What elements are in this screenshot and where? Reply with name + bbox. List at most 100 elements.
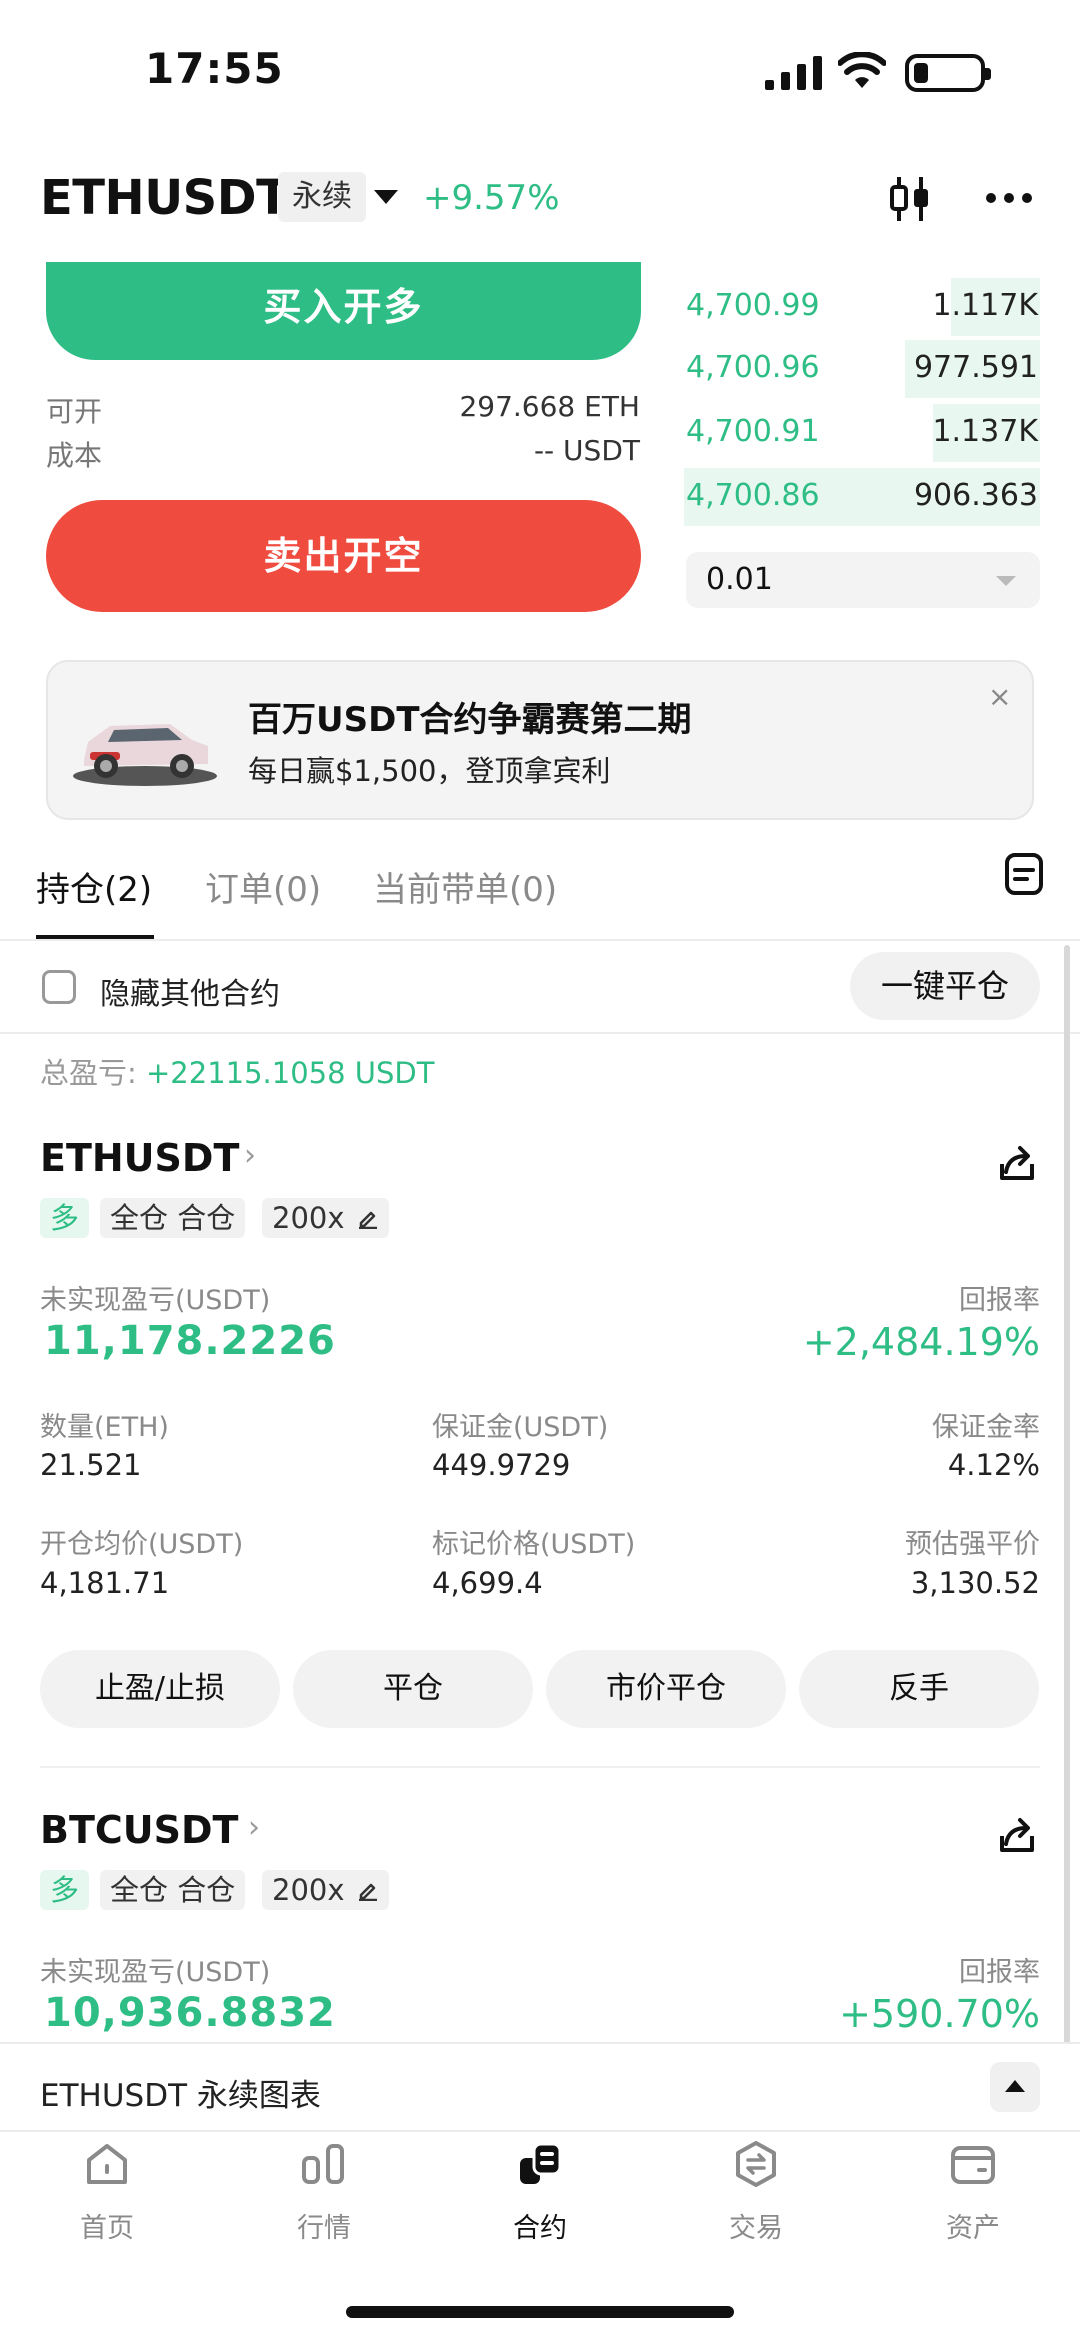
close-icon[interactable]: × [988, 680, 1011, 713]
roe-value: +2,484.19% [802, 1320, 1040, 1364]
orderbook-qty: 1.117K [932, 288, 1038, 323]
unrealized-pnl: 11,178.2226 [44, 1318, 336, 1364]
banner-subtitle: 每日赢$1,500，登顶拿宾利 [248, 754, 611, 788]
roe-value: +590.70% [839, 1992, 1040, 2036]
mark-price-value: 4,699.4 [432, 1566, 543, 1600]
orderbook-price: 4,700.96 [686, 350, 820, 385]
contract-type-tag: 永续 [278, 172, 366, 222]
sell-short-button[interactable]: 卖出开空 [46, 500, 641, 612]
chevron-right-icon[interactable]: › [244, 1138, 256, 1173]
divider [0, 1032, 1080, 1034]
wallet-icon [951, 2146, 995, 2184]
market-icon [302, 2144, 344, 2184]
nav-assets[interactable]: 资产 [898, 2140, 1048, 2245]
entry-price-label: 开仓均价(USDT) [40, 1529, 244, 1560]
total-pnl: 总盈亏: +22115.1058 USDT [40, 1050, 434, 1092]
mark-price-label: 标记价格(USDT) [432, 1529, 636, 1560]
position-symbol[interactable]: ETHUSDT [40, 1136, 239, 1180]
price-step-select[interactable]: 0.01 [686, 552, 1040, 608]
close-position-button[interactable]: 平仓 [293, 1650, 533, 1728]
orderbook-row[interactable]: 4,700.91 1.137K [684, 404, 1040, 462]
signal-icon [765, 56, 822, 90]
margin-ratio-value: 4.12% [947, 1448, 1040, 1482]
orderbook-price: 4,700.91 [686, 414, 820, 449]
unrealized-pnl: 10,936.8832 [44, 1990, 336, 2036]
leverage-tag[interactable]: 200x [262, 1198, 389, 1238]
orderbook-row[interactable]: 4,700.86 906.363 [684, 468, 1040, 526]
orderbook-price: 4,700.86 [686, 478, 820, 513]
status-time: 17:55 [145, 44, 284, 93]
contract-symbol[interactable]: ETHUSDT [40, 170, 289, 226]
tab-orders[interactable]: 订单(0) [205, 862, 321, 911]
margin-label: 保证金(USDT) [432, 1412, 609, 1443]
buy-long-button[interactable]: 买入开多 [46, 262, 641, 360]
entry-price-value: 4,181.71 [40, 1566, 170, 1600]
position-symbol[interactable]: BTCUSDT [40, 1808, 238, 1852]
chart-drawer-label[interactable]: ETHUSDT 永续图表 [40, 2070, 321, 2115]
cost-label: 成本 [46, 439, 103, 472]
market-close-button[interactable]: 市价平仓 [546, 1650, 786, 1728]
nav-home[interactable]: 首页 [32, 2140, 182, 2245]
available-label: 可开 [46, 395, 103, 428]
reverse-position-button[interactable]: 反手 [799, 1650, 1039, 1728]
cost-value: -- USDT [533, 434, 640, 467]
side-tag: 多 [40, 1870, 90, 1910]
nav-market[interactable]: 行情 [249, 2140, 399, 2245]
total-pnl-label: 总盈亏: [40, 1056, 146, 1090]
chevron-down-icon [996, 576, 1016, 586]
battery-icon [905, 54, 991, 92]
chevron-up-icon[interactable] [990, 2062, 1040, 2112]
edit-icon [358, 1211, 377, 1229]
futures-icon [520, 2142, 562, 2184]
orderbook-qty: 977.591 [913, 350, 1038, 385]
share-icon[interactable] [996, 1814, 1038, 1856]
price-change: +9.57% [423, 178, 560, 218]
trade-icon [736, 2141, 776, 2187]
roe-label: 回报率 [959, 1957, 1040, 1988]
nav-label: 首页 [80, 2213, 134, 2244]
nav-label: 行情 [297, 2213, 351, 2244]
tab-positions[interactable]: 持仓(2) [36, 862, 152, 911]
margin-value: 449.9729 [432, 1448, 571, 1482]
available-value: 297.668 ETH [459, 390, 640, 423]
more-icon[interactable] [985, 192, 1033, 204]
roe-label: 回报率 [959, 1285, 1040, 1316]
nav-label: 交易 [729, 2213, 783, 2244]
pnl-label: 未实现盈亏(USDT) [40, 1957, 271, 1988]
document-icon[interactable] [1004, 852, 1044, 896]
nav-label: 合约 [513, 2213, 567, 2244]
symbol-dropdown-icon[interactable] [374, 190, 398, 204]
car-image [73, 724, 217, 786]
home-indicator [346, 2306, 734, 2318]
close-all-button[interactable]: 一键平仓 [850, 952, 1040, 1020]
scrollbar[interactable] [1064, 945, 1070, 2045]
nav-trade[interactable]: 交易 [681, 2140, 831, 2245]
side-tag: 多 [40, 1198, 90, 1238]
edit-icon [358, 1883, 377, 1901]
orderbook-row[interactable]: 4,700.99 1.117K [684, 278, 1040, 336]
divider [0, 939, 1080, 941]
orderbook-qty: 906.363 [913, 478, 1038, 513]
hide-other-contracts-checkbox[interactable] [42, 970, 76, 1004]
tp-sl-button[interactable]: 止盈/止损 [40, 1650, 280, 1728]
price-step-value: 0.01 [706, 562, 773, 597]
liq-price-value: 3,130.52 [910, 1566, 1040, 1600]
home-icon [87, 2144, 127, 2184]
orderbook-row[interactable]: 4,700.96 977.591 [684, 340, 1040, 398]
orderbook-price: 4,700.99 [686, 288, 820, 323]
liq-price-label: 预估强平价 [905, 1529, 1040, 1560]
total-pnl-value: +22115.1058 USDT [146, 1056, 435, 1090]
hide-other-contracts-label[interactable]: 隐藏其他合约 [100, 969, 280, 1013]
leverage-value: 200x [272, 1201, 345, 1235]
margin-mode-tag: 全仓 合仓 [100, 1198, 246, 1238]
tab-copy-trading[interactable]: 当前带单(0) [373, 862, 557, 911]
share-icon[interactable] [996, 1142, 1038, 1184]
banner-title: 百万USDT合约争霸赛第二期 [248, 700, 692, 740]
wifi-icon [838, 52, 886, 88]
pnl-label: 未实现盈亏(USDT) [40, 1285, 271, 1316]
nav-futures[interactable]: 合约 [465, 2140, 615, 2245]
candlestick-chart-icon[interactable] [888, 175, 932, 223]
leverage-tag[interactable]: 200x [262, 1870, 389, 1910]
margin-mode-tag: 全仓 合仓 [100, 1870, 246, 1910]
chevron-right-icon[interactable]: › [248, 1810, 260, 1845]
